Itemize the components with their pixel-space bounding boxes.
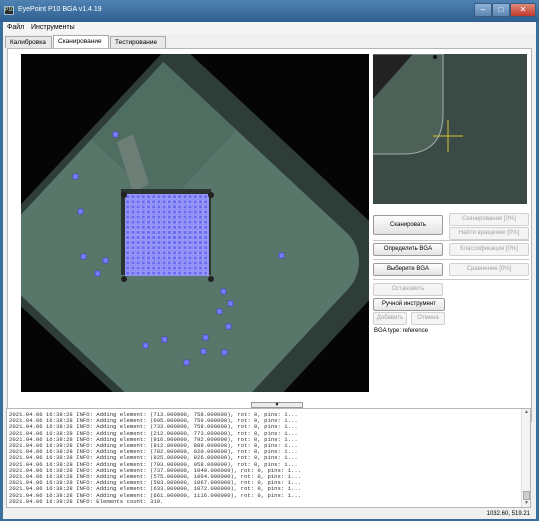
maximize-button[interactable]: □ xyxy=(492,3,510,17)
menu-tools[interactable]: Инструменты xyxy=(31,24,75,31)
element-marker xyxy=(94,270,101,277)
element-marker xyxy=(72,173,79,180)
element-marker xyxy=(221,349,228,356)
board-image xyxy=(21,54,369,392)
status-bar: 1032.60, 519.21 xyxy=(3,510,536,519)
element-marker xyxy=(77,208,84,215)
stop-button: Остановить xyxy=(373,283,443,296)
close-button[interactable]: ✕ xyxy=(510,3,536,17)
divider xyxy=(373,259,529,260)
element-marker xyxy=(80,253,87,260)
title-bar: P10 EyePoint P10 BGA v1.4.19 – □ ✕ xyxy=(0,0,539,22)
element-marker xyxy=(161,336,168,343)
log-line: 2021.04.06 16:38:28 INFO: Elements count… xyxy=(9,497,164,505)
element-marker xyxy=(225,323,232,330)
window-title: EyePoint P10 BGA v1.4.19 xyxy=(18,6,102,13)
camera-view[interactable] xyxy=(21,54,369,392)
log-panel[interactable]: 2021.04.06 16:38:28 INFO: Adding element… xyxy=(6,408,531,508)
minimize-button[interactable]: – xyxy=(474,3,492,17)
log-scrollbar[interactable]: ▲ ▼ xyxy=(521,409,530,507)
scan-button[interactable]: Сканировать xyxy=(373,215,443,235)
bga-type-label: BGA type: reference xyxy=(374,328,429,334)
element-marker xyxy=(183,359,190,366)
element-marker xyxy=(227,300,234,307)
divider xyxy=(373,240,529,241)
tab-calibration[interactable]: Калибровка xyxy=(5,36,52,48)
define-bga-button[interactable]: Определить BGA xyxy=(373,243,443,256)
choose-bga-button[interactable]: Выберите BGA xyxy=(373,263,443,276)
detail-view[interactable] xyxy=(373,54,527,204)
menu-bar: Файл Инструменты xyxy=(3,22,536,34)
app-icon: P10 xyxy=(4,6,14,15)
divider xyxy=(373,279,529,280)
scroll-up-icon[interactable]: ▲ xyxy=(523,409,530,416)
compare-button: Сравнение [0%] xyxy=(449,263,529,276)
add-button: Добавить xyxy=(373,312,407,325)
bga-chip-grid xyxy=(125,194,209,276)
cancel-button: Отмена xyxy=(411,312,445,325)
element-marker xyxy=(142,342,149,349)
element-marker xyxy=(216,308,223,315)
find-rotation-button: Найти вращение [0%] xyxy=(449,227,529,240)
element-marker xyxy=(200,348,207,355)
scroll-down-icon[interactable]: ▼ xyxy=(523,500,530,507)
menu-file[interactable]: Файл xyxy=(7,24,24,31)
scan-progress-button: Сканирование [0%] xyxy=(449,213,529,226)
window-client: Файл Инструменты Калибровка Сканирование… xyxy=(3,22,536,519)
scroll-thumb[interactable] xyxy=(523,491,530,500)
cursor-coordinates: 1032.60, 519.21 xyxy=(486,511,530,517)
manual-tool-button[interactable]: Ручной инструмент xyxy=(373,298,445,311)
element-marker xyxy=(278,252,285,259)
detail-image xyxy=(373,54,527,204)
element-marker xyxy=(112,131,119,138)
tab-scanning[interactable]: Сканирование xyxy=(53,35,109,49)
element-marker xyxy=(220,288,227,295)
tab-testing[interactable]: Тестирование xyxy=(110,36,166,48)
element-marker xyxy=(102,257,109,264)
classify-button: Классификация [0%] xyxy=(449,243,529,256)
element-marker xyxy=(202,334,209,341)
